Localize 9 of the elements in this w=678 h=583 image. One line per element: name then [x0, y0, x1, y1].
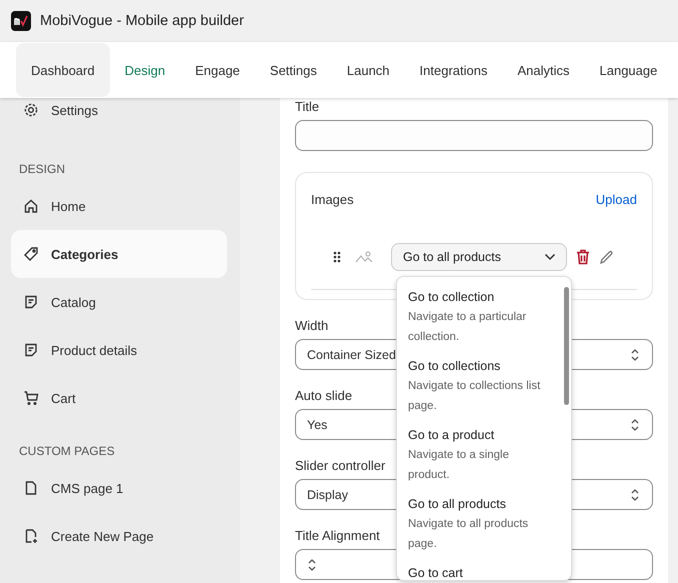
window-title: MobiVogue - Mobile app builder [40, 13, 244, 29]
card-title: Images [311, 192, 354, 206]
section-heading: CUSTOM PAGES [18, 443, 116, 460]
field-label: Title [295, 99, 320, 114]
field-label: Auto slide [295, 388, 352, 403]
section-heading: DESIGN [18, 161, 66, 178]
field-label: Slider controller [295, 458, 386, 473]
field-label: Width [295, 318, 328, 333]
field-label: Title Alignment [295, 528, 380, 543]
